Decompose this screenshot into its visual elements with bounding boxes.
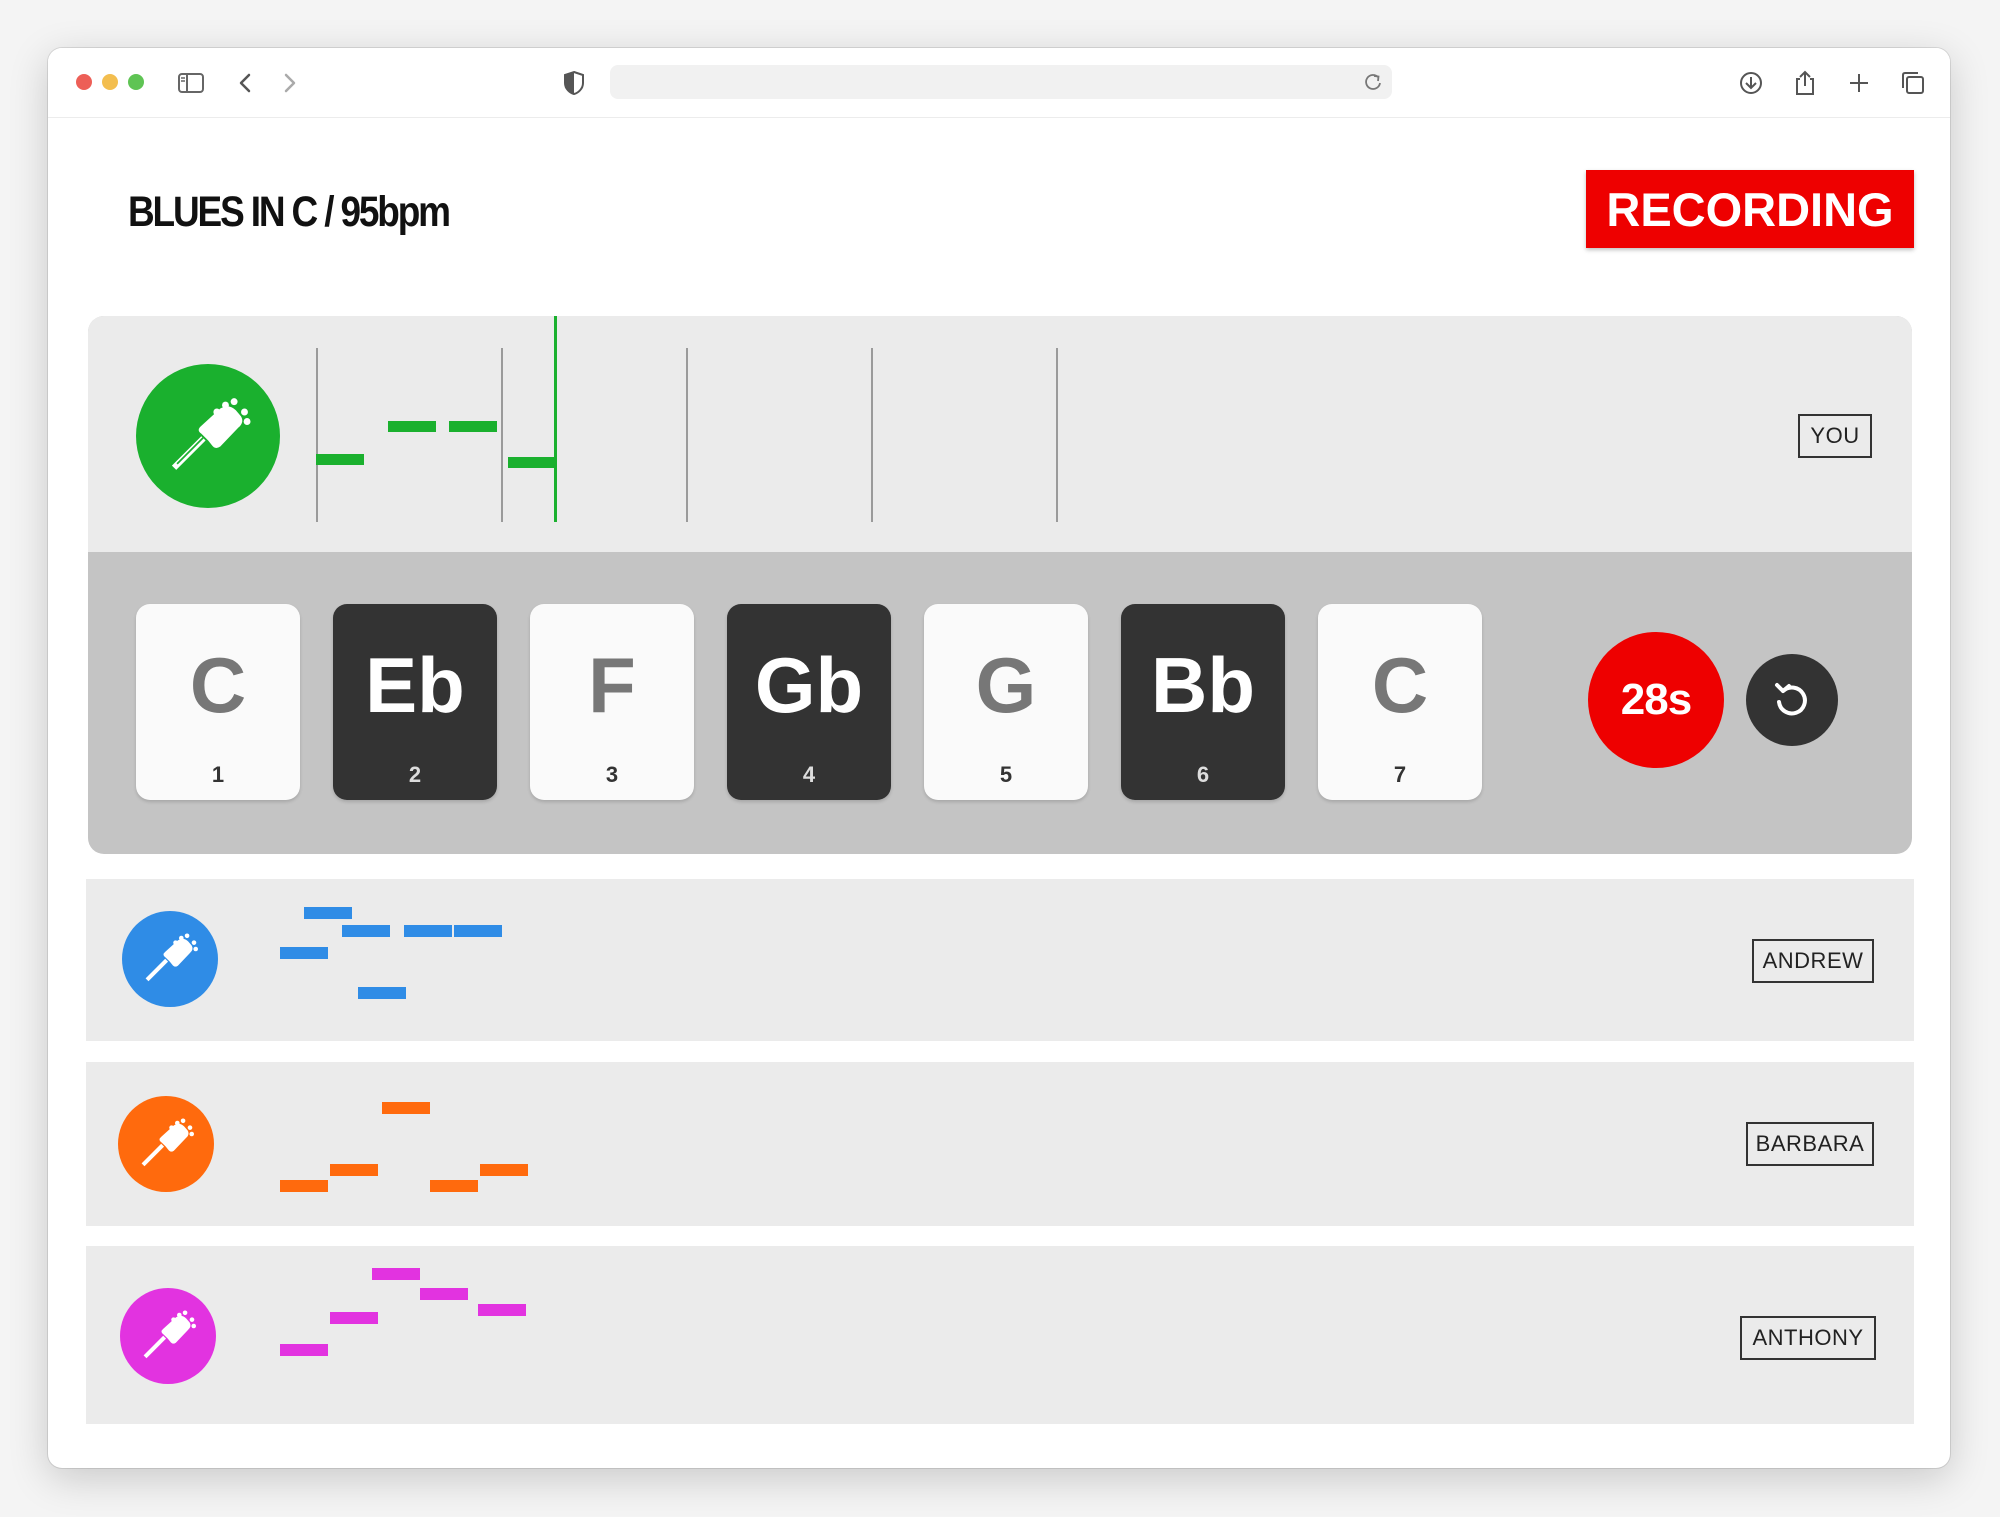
note-block — [449, 421, 497, 432]
note-block — [280, 1344, 328, 1356]
share-icon[interactable] — [1790, 68, 1820, 98]
note-block — [330, 1312, 378, 1324]
note-block — [404, 925, 452, 937]
guitar-headstock-icon — [122, 911, 218, 1007]
note-block — [508, 457, 556, 468]
track-barbara: BARBARA — [86, 1062, 1914, 1226]
key-note: C — [1371, 641, 1429, 729]
note-block — [430, 1180, 478, 1192]
guitar-headstock-icon — [118, 1096, 214, 1192]
page-content: BLUES IN C / 95bpm RECORDING YOU C 1 Eb … — [48, 118, 1950, 1468]
key-note: G — [975, 641, 1037, 729]
shield-icon[interactable] — [559, 68, 589, 98]
beat-line — [1056, 348, 1058, 522]
scale-key-2[interactable]: Eb 2 — [333, 604, 497, 800]
track-anthony: ANTHONY — [86, 1246, 1914, 1424]
player-name-tag: YOU — [1798, 414, 1872, 458]
note-block — [388, 421, 436, 432]
key-number: 7 — [1393, 762, 1407, 787]
key-note: Eb — [365, 641, 465, 729]
note-block — [342, 925, 390, 937]
player-name-tag: ANDREW — [1752, 939, 1874, 983]
key-number: 3 — [605, 762, 619, 787]
key-number: 6 — [1196, 762, 1210, 787]
scale-key-3[interactable]: F 3 — [530, 604, 694, 800]
reset-icon — [1775, 683, 1807, 716]
note-block — [372, 1268, 420, 1280]
guitar-headstock-icon — [120, 1288, 216, 1384]
key-number: 4 — [802, 762, 816, 787]
beat-line — [686, 348, 688, 522]
new-tab-icon[interactable] — [1844, 68, 1874, 98]
note-block — [280, 1180, 328, 1192]
forward-icon[interactable] — [274, 68, 304, 98]
player-name-tag: ANTHONY — [1740, 1316, 1876, 1360]
minimize-window-button[interactable] — [102, 74, 118, 90]
key-number: 1 — [211, 762, 225, 787]
note-block — [304, 907, 352, 919]
scale-key-4[interactable]: Gb 4 — [727, 604, 891, 800]
scale-key-5[interactable]: G 5 — [924, 604, 1088, 800]
key-number: 5 — [999, 762, 1013, 787]
note-block — [280, 947, 328, 959]
scale-key-1[interactable]: C 1 — [136, 604, 300, 800]
beat-line — [316, 348, 318, 522]
download-icon[interactable] — [1736, 68, 1766, 98]
beat-line — [501, 348, 503, 522]
note-block — [420, 1288, 468, 1300]
reset-button[interactable] — [1746, 654, 1838, 746]
close-window-button[interactable] — [76, 74, 92, 90]
browser-window: BLUES IN C / 95bpm RECORDING YOU C 1 Eb … — [48, 48, 1950, 1468]
tabs-icon[interactable] — [1898, 68, 1928, 98]
scale-key-7[interactable]: C 7 — [1318, 604, 1482, 800]
you-track: YOU — [88, 316, 1912, 552]
reload-icon[interactable] — [1362, 71, 1384, 93]
key-note: Gb — [754, 641, 864, 729]
note-block — [382, 1102, 430, 1114]
track-andrew: ANDREW — [86, 879, 1914, 1041]
beat-line — [871, 348, 873, 522]
scale-keys-row: C 1 Eb 2 F 3 Gb 4 G 5 Bb 6 C 7 28s — [88, 552, 1912, 854]
zoom-window-button[interactable] — [128, 74, 144, 90]
note-block — [454, 925, 502, 937]
address-bar[interactable] — [610, 65, 1392, 99]
countdown-timer: 28s — [1588, 632, 1724, 768]
note-block — [478, 1304, 526, 1316]
note-block — [330, 1164, 378, 1176]
song-title: BLUES IN C / 95bpm — [128, 188, 451, 236]
sidebar-icon[interactable] — [176, 68, 206, 98]
recording-badge: RECORDING — [1586, 170, 1914, 248]
player-name-tag: BARBARA — [1746, 1122, 1874, 1166]
key-number: 2 — [408, 762, 422, 787]
key-note: Bb — [1151, 641, 1255, 729]
note-block — [358, 987, 406, 999]
scale-key-6[interactable]: Bb 6 — [1121, 604, 1285, 800]
note-block — [316, 454, 364, 465]
you-panel: YOU C 1 Eb 2 F 3 Gb 4 G 5 Bb 6 C 7 28s — [88, 316, 1912, 854]
guitar-headstock-icon — [136, 364, 280, 508]
note-block — [480, 1164, 528, 1176]
browser-toolbar — [48, 48, 1950, 118]
key-note: F — [588, 641, 636, 729]
playhead[interactable] — [554, 316, 557, 522]
back-icon[interactable] — [231, 68, 261, 98]
key-note: C — [189, 641, 247, 729]
